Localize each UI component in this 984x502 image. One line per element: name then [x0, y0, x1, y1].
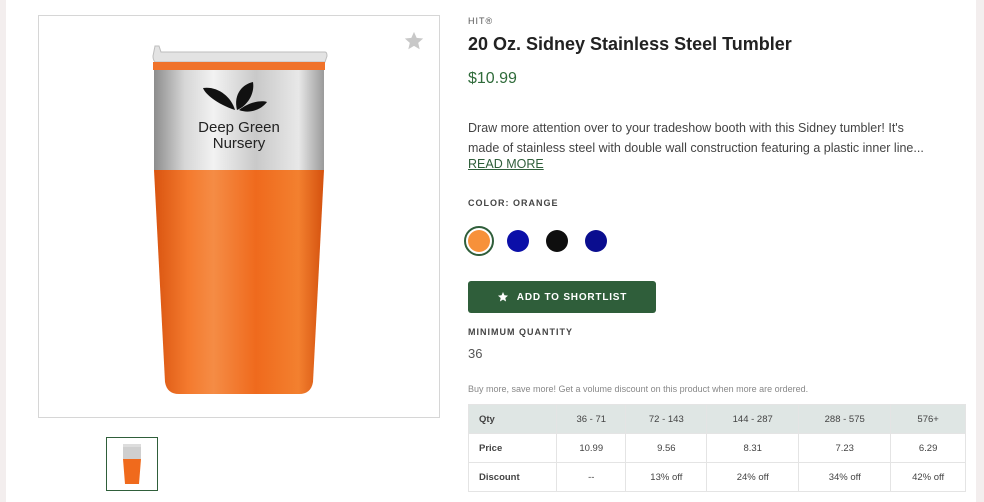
product-image[interactable]: Deep Green Nursery: [149, 42, 331, 398]
add-to-shortlist-button[interactable]: ADD TO SHORTLIST: [468, 281, 656, 313]
favorite-star-icon[interactable]: [403, 30, 425, 52]
color-label: COLOR: ORANGE: [468, 198, 559, 208]
table-cell: 8.31: [706, 433, 800, 463]
swatch-navy[interactable]: [585, 230, 607, 252]
table-row: Discount -- 13% off 24% off 34% off 42% …: [468, 462, 966, 492]
imprint-line1: Deep Green: [198, 119, 280, 136]
description-line-1: Draw more attention over to your tradesh…: [468, 121, 904, 135]
table-cell: 576+: [890, 404, 966, 434]
table-cell: 7.23: [798, 433, 892, 463]
read-more-link[interactable]: READ MORE: [468, 157, 544, 171]
volume-discount-note: Buy more, save more! Get a volume discou…: [468, 384, 809, 394]
shortlist-label: ADD TO SHORTLIST: [516, 291, 628, 303]
table-cell: 13% off: [625, 462, 708, 492]
table-cell: 24% off: [706, 462, 800, 492]
imprint-line2: Nursery: [213, 135, 266, 152]
thumbnail-tumbler-graphic: [123, 444, 141, 484]
table-cell: 6.29: [890, 433, 966, 463]
table-cell: --: [555, 462, 627, 492]
swatch-orange[interactable]: [464, 226, 494, 256]
star-icon: [497, 292, 508, 302]
product-title: 20 Oz. Sidney Stainless Steel Tumbler: [468, 34, 792, 54]
table-cell: 288 - 575: [798, 404, 892, 434]
thumbnail-image[interactable]: [106, 437, 158, 491]
swatch-royal-blue[interactable]: [507, 230, 529, 252]
table-row: Qty 36 - 71 72 - 143 144 - 287 288 - 575…: [468, 404, 966, 434]
volume-pricing-table: Qty 36 - 71 72 - 143 144 - 287 288 - 575…: [468, 404, 966, 492]
product-price: $10.99: [468, 70, 517, 87]
table-cell: 144 - 287: [706, 404, 800, 434]
table-cell: 9.56: [625, 433, 708, 463]
left-page-edge: [0, 0, 6, 502]
table-cell: Discount: [468, 462, 557, 492]
table-row: Price 10.99 9.56 8.31 7.23 6.29: [468, 433, 966, 463]
table-cell: 36 - 71: [555, 404, 627, 434]
description-line-2: made of stainless steel with double wall…: [468, 141, 924, 155]
table-cell: Price: [468, 433, 557, 463]
swatch-black[interactable]: [546, 230, 568, 252]
color-swatches: [464, 226, 607, 256]
right-page-edge: [976, 0, 984, 502]
table-cell: 72 - 143: [625, 404, 708, 434]
table-cell: 34% off: [798, 462, 892, 492]
minimum-quantity-value: 36: [468, 346, 483, 361]
product-image-frame: Deep Green Nursery: [38, 15, 440, 418]
table-cell: Qty: [468, 404, 557, 434]
product-description: Draw more attention over to your tradesh…: [468, 118, 966, 158]
table-cell: 10.99: [555, 433, 627, 463]
minimum-quantity-label: MINIMUM QUANTITY: [468, 327, 573, 337]
brand-label: HIT®: [468, 16, 494, 26]
table-cell: 42% off: [890, 462, 966, 492]
